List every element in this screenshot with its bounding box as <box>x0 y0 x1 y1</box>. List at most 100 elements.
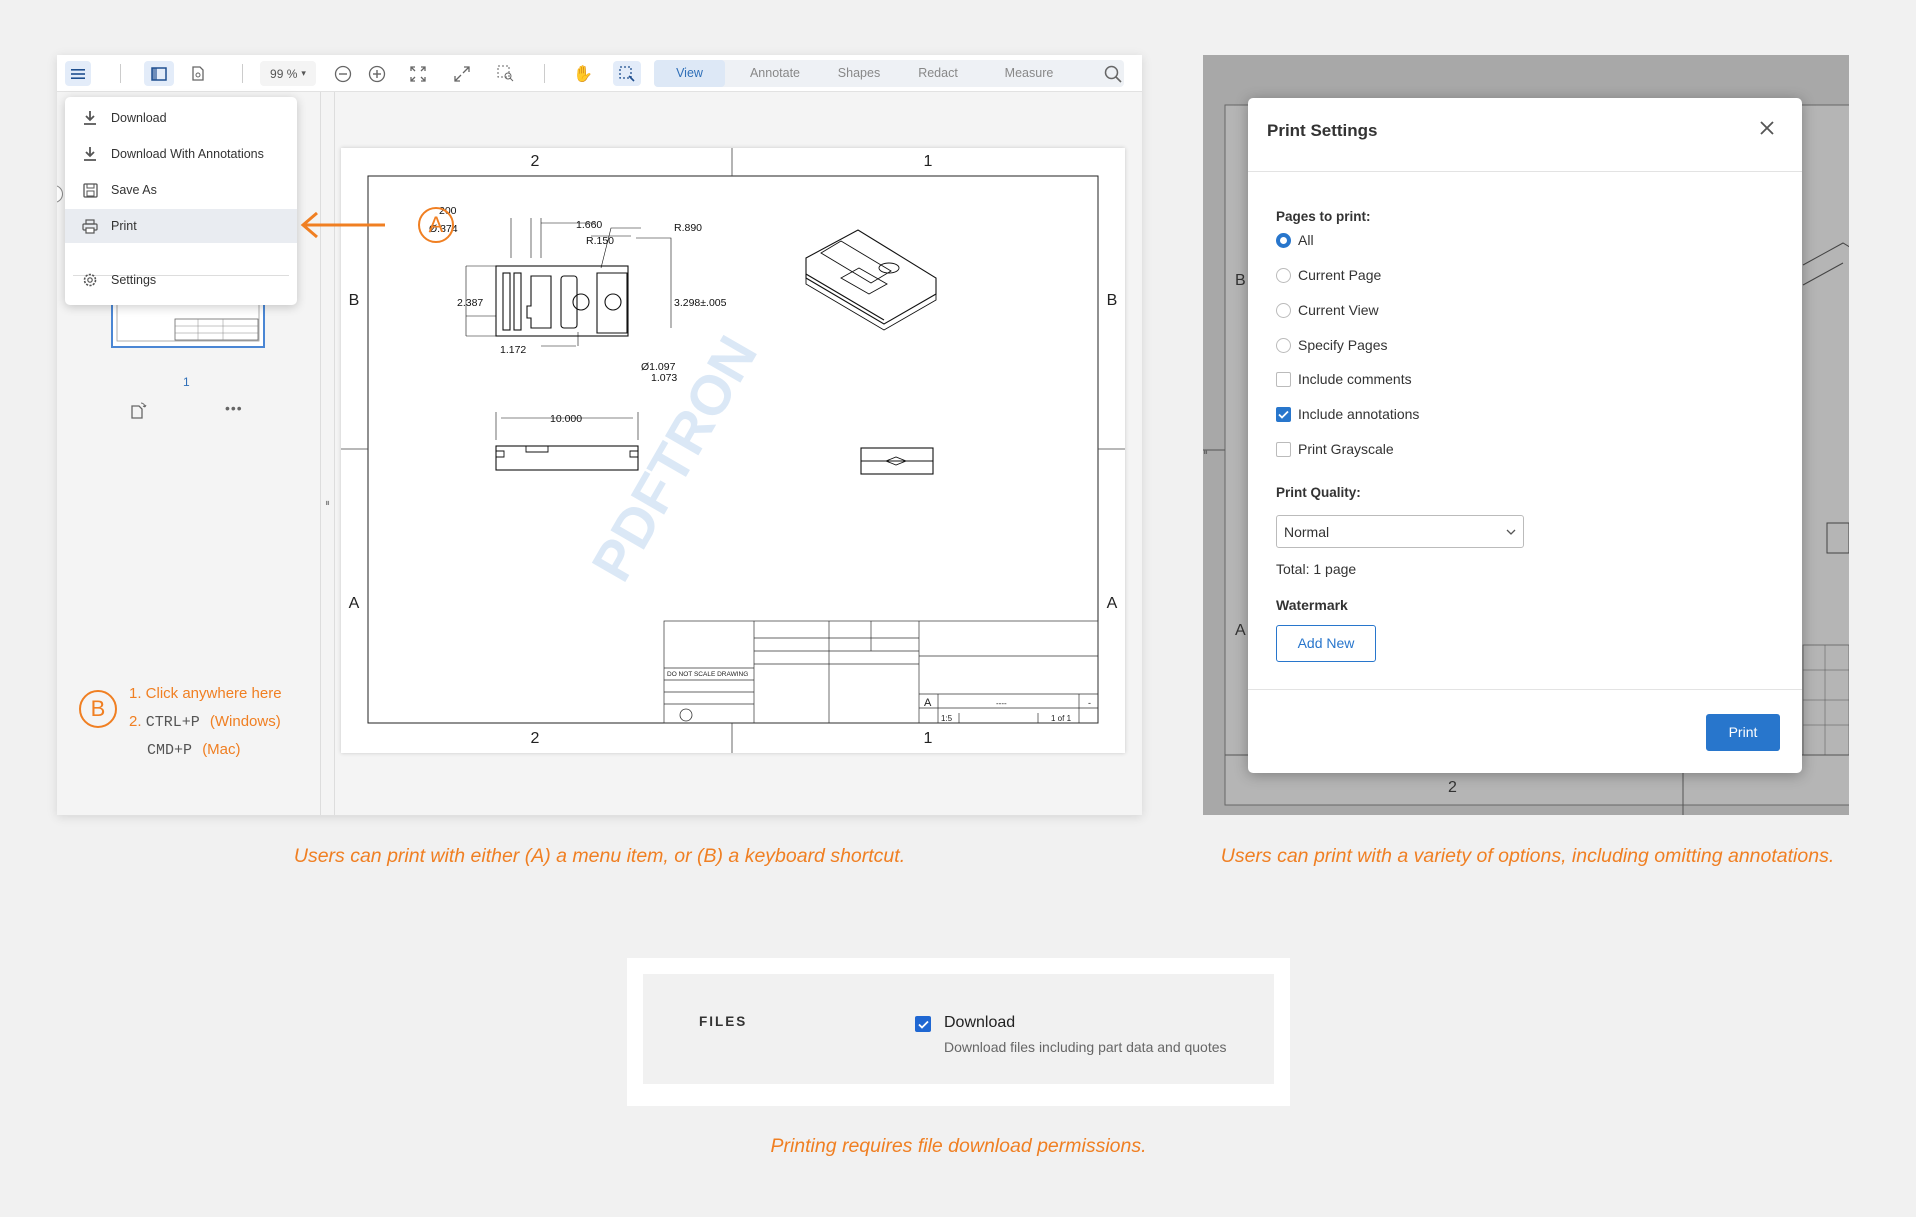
menu-item-save-as[interactable]: Save As <box>65 173 297 207</box>
tab-measure[interactable]: Measure <box>984 60 1074 87</box>
menu-item-label: Print <box>111 219 137 233</box>
tab-view[interactable]: View <box>654 60 725 87</box>
row-label: A <box>1107 595 1118 612</box>
row-label: A <box>349 595 360 612</box>
radio-button[interactable] <box>1276 302 1291 318</box>
tab-shapes[interactable]: Shapes <box>824 60 894 87</box>
chevron-down-icon: ▾ <box>301 68 306 78</box>
menu-item-settings[interactable]: Settings <box>65 263 297 297</box>
viewer-toolbar: 99 % ▾ ✋ View Annotate Shapes Redact Mea… <box>57 55 1142 92</box>
marquee-zoom-icon <box>497 65 513 82</box>
print-button[interactable]: Print <box>1706 714 1780 751</box>
menu-item-print[interactable]: Print <box>65 209 297 243</box>
pan-tool-button[interactable]: ✋ <box>572 61 594 86</box>
toolbar-divider <box>544 64 545 83</box>
size-value: A <box>924 697 932 709</box>
left-panel-toggle[interactable] <box>144 61 174 86</box>
collapse-icon[interactable] <box>57 185 63 203</box>
step-2-number: 2. <box>129 713 142 730</box>
menu-button[interactable] <box>65 61 91 86</box>
sheet-value: 1 of 1 <box>1051 714 1072 723</box>
search-icon <box>1104 65 1122 83</box>
column-label: 1 <box>924 730 933 747</box>
rotate-page-button[interactable] <box>130 402 148 425</box>
caption-permissions: Printing requires file download permissi… <box>770 1135 1147 1157</box>
zoom-value: 99 % <box>270 66 298 81</box>
radio-all[interactable]: All <box>1276 232 1314 248</box>
radio-specify-pages[interactable]: Specify Pages <box>1276 337 1388 353</box>
row-label: B <box>1107 292 1118 309</box>
download-icon <box>79 146 101 162</box>
row-label: B <box>349 292 360 309</box>
modal-title: Print Settings <box>1267 121 1378 140</box>
radio-button[interactable] <box>1276 232 1291 248</box>
files-section-label: FILES <box>699 1014 748 1029</box>
checkbox-print-grayscale[interactable]: Print Grayscale <box>1276 441 1394 457</box>
watermark-label: Watermark <box>1276 597 1348 613</box>
thumbnail-page-number: 1 <box>183 375 190 389</box>
print-settings-screenshot: B A 2 ⏸ Print Settings Pages to print: A… <box>1203 55 1849 815</box>
chevron-down-icon <box>1506 529 1516 535</box>
dimension-label: R.150 <box>586 235 614 247</box>
radio-label: Current View <box>1298 302 1379 318</box>
tab-annotate[interactable]: Annotate <box>732 60 818 87</box>
document-page: 2 1 2 1 B B A A PDFTRON 200 Ø.374 1.660 … <box>341 148 1125 753</box>
modal-divider <box>1248 171 1802 172</box>
radio-current-page[interactable]: Current Page <box>1276 267 1381 283</box>
radio-button[interactable] <box>1276 337 1291 353</box>
main-menu-dropdown: Download Download With Annotations Save … <box>65 97 297 305</box>
annotation-step-2: 2. CTRL+P (Windows) <box>129 713 281 731</box>
fit-icon <box>410 65 426 82</box>
menu-item-label: Download With Annotations <box>111 147 264 161</box>
viewer-screenshot: 99 % ▾ ✋ View Annotate Shapes Redact Mea… <box>57 55 1142 815</box>
checkbox[interactable] <box>1276 371 1291 387</box>
toolbar-divider <box>120 64 121 83</box>
select-tool-button[interactable] <box>613 61 641 86</box>
radio-button[interactable] <box>1276 267 1291 283</box>
checkbox-label: Include comments <box>1298 371 1412 387</box>
download-permission-checkbox[interactable] <box>915 1016 931 1032</box>
hamburger-icon <box>71 68 85 79</box>
search-button[interactable] <box>1101 61 1125 86</box>
menu-item-download[interactable]: Download <box>65 101 297 135</box>
checkmark-icon <box>1278 410 1289 419</box>
close-button[interactable] <box>1759 120 1775 141</box>
column-label: 2 <box>531 153 540 170</box>
rev-value: - <box>1088 698 1091 708</box>
radio-current-view[interactable]: Current View <box>1276 302 1379 318</box>
fit-page-button[interactable] <box>407 61 429 86</box>
notes-panel-button[interactable] <box>185 61 211 86</box>
tab-redact[interactable]: Redact <box>902 60 974 87</box>
checkbox[interactable] <box>1276 441 1291 457</box>
dimension-label: R.890 <box>674 222 702 234</box>
fullscreen-button[interactable] <box>451 61 473 86</box>
checkbox[interactable] <box>1276 406 1291 422</box>
menu-item-download-with-annotations[interactable]: Download With Annotations <box>65 137 297 171</box>
save-icon <box>79 182 101 198</box>
marquee-zoom-button[interactable] <box>494 61 516 86</box>
modal-divider <box>1248 689 1802 690</box>
checkbox-include-annotations[interactable]: Include annotations <box>1276 406 1419 422</box>
print-icon <box>79 218 101 234</box>
panel-splitter[interactable]: ⏸ <box>321 92 335 815</box>
checkbox-label: Include annotations <box>1298 406 1420 422</box>
more-options-button[interactable]: ••• <box>225 400 243 416</box>
menu-item-label: Settings <box>111 273 157 287</box>
radio-label: Current Page <box>1298 267 1382 283</box>
add-watermark-button[interactable]: Add New <box>1276 625 1376 662</box>
checkbox-include-comments[interactable]: Include comments <box>1276 371 1412 387</box>
menu-item-label: Save As <box>111 183 157 197</box>
column-label: 2 <box>531 730 540 747</box>
zoom-out-button[interactable] <box>332 61 354 86</box>
menu-item-label: Download <box>111 111 167 125</box>
drag-handle-icon[interactable]: ⏸ <box>325 498 330 509</box>
toolbar-divider <box>242 64 243 83</box>
print-quality-select[interactable]: Normal <box>1276 515 1524 548</box>
zoom-select[interactable]: 99 % ▾ <box>260 61 316 86</box>
zoom-in-icon <box>368 65 386 82</box>
zoom-out-icon <box>334 65 352 82</box>
permissions-panel: FILES Download Download files including … <box>643 974 1274 1084</box>
download-icon <box>79 110 101 126</box>
zoom-in-button[interactable] <box>366 61 388 86</box>
windows-label: (Windows) <box>209 713 281 730</box>
